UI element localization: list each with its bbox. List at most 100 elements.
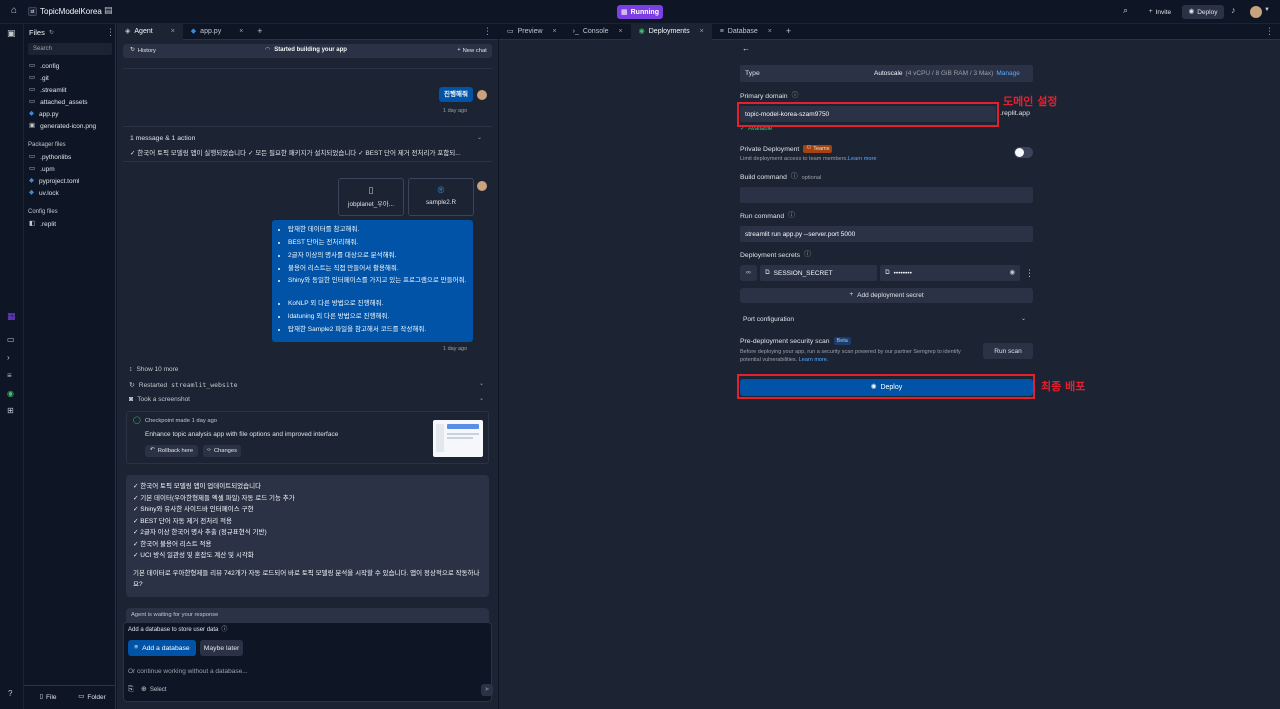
bell-icon[interactable]: ♪ [1231,6,1236,15]
deployments-icon[interactable]: ◉ [7,390,14,398]
database-icon: ≡ [134,643,139,651]
home-icon[interactable]: ⌂ [8,6,20,18]
console-icon[interactable]: › [7,354,10,362]
copy-icon[interactable]: ⧉ [765,269,770,277]
learn-more-link[interactable]: Learn more [848,156,877,162]
files-search-input[interactable]: Search [28,43,112,55]
close-icon[interactable]: × [768,28,772,35]
close-icon[interactable]: × [619,28,623,35]
header-status: ◠ Started building your app [265,47,347,53]
history-icon[interactable]: ↻ [49,30,54,36]
info-icon[interactable]: ⓘ [788,212,795,220]
more-icon[interactable]: ⋮ [1025,269,1034,278]
file-item[interactable]: ▣ generated-icon.png [24,120,116,132]
scan-desc-text: Before deploying your app, run a securit… [740,349,961,363]
new-folder-button[interactable]: ▭ Folder [72,691,112,704]
close-icon[interactable]: × [553,28,557,35]
info-icon[interactable]: ⓘ [221,627,227,633]
chevron-down-icon[interactable]: ▼ [1264,7,1270,13]
copy-icon[interactable]: ⧉ [885,269,890,277]
chevron-down-icon[interactable]: ⌄ [477,135,482,141]
file-item[interactable]: ▭ .git [24,72,116,84]
running-button[interactable]: ▦ Running [617,5,663,19]
file-item[interactable]: ▭ .upm [24,163,116,175]
tab-console[interactable]: ›_ Console × [565,24,631,40]
file-item[interactable]: ▭ .config [24,60,116,72]
info-icon[interactable]: ⓘ [792,92,799,100]
chevron-down-icon[interactable]: ⌄ [479,396,484,402]
database-icon[interactable]: ≡ [7,372,12,380]
port-config-row[interactable]: Port configuration ⌄ [740,312,1033,328]
private-toggle[interactable] [1014,147,1033,158]
send-button[interactable]: ➤ [481,684,493,696]
attachment-card[interactable]: ® sample2.R [408,178,474,216]
file-item[interactable]: ◆ pyproject.toml [24,175,116,187]
invite-button[interactable]: + Invite [1143,5,1177,19]
select-button[interactable]: ⊕ Select [141,686,167,693]
preview-icon[interactable]: ▭ [7,336,15,344]
new-file-button[interactable]: ▯ File [28,691,68,704]
changes-button[interactable]: ‹› Changes [203,445,241,457]
attachment-name: jobplanet_우아... [348,201,394,208]
add-tab-icon[interactable]: + [786,27,791,36]
run-command-input[interactable]: streamlit run app.py --server.port 5000 [740,226,1033,242]
tab-database[interactable]: ≡ Database × [712,24,780,40]
file-item[interactable]: ◆ uv.lock [24,187,116,199]
all-tools-icon[interactable]: ⊞ [7,407,14,415]
add-database-button[interactable]: ≡ Add a database [128,640,196,656]
scan-learn-link[interactable]: Learn more. [799,357,829,363]
secret-value-input[interactable]: ⧉ •••••••• ◉ [880,265,1020,281]
screenshot-row[interactable]: ◙ Took a screenshot [129,396,190,403]
file-item[interactable]: ◧ .replit [24,218,116,230]
rollback-button[interactable]: ↶ Rollback here [145,445,198,457]
tab-preview[interactable]: ▭ Preview × [499,24,565,40]
add-tab-icon[interactable]: + [257,27,262,36]
info-icon[interactable]: ⓘ [791,173,798,181]
maybe-later-button[interactable]: Maybe later [200,640,243,656]
instruction-item: KoNLP 외 다른 방법으로 진행해줘. [288,297,469,310]
user-avatar[interactable] [1250,6,1262,18]
tab-app-py[interactable]: ◆ app.py × [183,24,252,40]
file-item[interactable]: ◆ app.py [24,108,116,120]
file-item[interactable]: ▭ .pythonlibs [24,151,116,163]
build-command-input[interactable] [740,187,1033,203]
tab-agent[interactable]: ◈ Agent × [117,23,183,40]
show-more-button[interactable]: ↕ Show 10 more [129,366,178,373]
close-icon[interactable]: × [239,28,243,35]
secret-key-input[interactable]: ⧉ SESSION_SECRET [760,265,877,281]
add-secret-button[interactable]: + Add deployment secret [740,288,1033,303]
link-secret-button[interactable]: ∞ [740,265,757,281]
action-summary[interactable]: 1 message & 1 action ⌄ ✓ 한국어 토픽 모델링 앱이 실… [123,126,492,162]
search-icon[interactable]: ⌕ [1123,6,1128,15]
help-icon[interactable]: ? [8,690,12,698]
run-scan-button[interactable]: Run scan [983,343,1033,359]
chat-input[interactable]: Or continue working without a database..… [128,665,483,677]
deploy-top-button[interactable]: ◉ Deploy [1182,5,1224,19]
scan-header: Pre-deployment security scan Beta [740,337,851,345]
back-arrow-icon[interactable]: ← [742,45,750,53]
close-icon[interactable]: × [171,28,175,35]
more-icon[interactable]: ⋮ [106,28,115,37]
files-icon[interactable]: ▣ [7,29,16,38]
chevron-down-icon[interactable]: ⌄ [479,381,484,387]
new-chat-button[interactable]: + New chat [453,45,491,57]
history-button[interactable]: ↻ History [125,45,161,57]
project-name[interactable]: TopicModelKorea [40,7,102,16]
manage-link[interactable]: Manage [996,70,1020,77]
info-icon[interactable]: ⓘ [804,251,811,259]
attachment-card[interactable]: ▯ jobplanet_우아... [338,178,404,216]
file-item[interactable]: ▭ .streamlit [24,84,116,96]
eye-icon[interactable]: ◉ [1009,269,1015,277]
tab-deployments[interactable]: ◉ Deployments × [630,23,712,40]
screenshot-thumbnail[interactable] [433,420,483,457]
more-icon[interactable]: ⋮ [1265,27,1274,36]
attach-icon[interactable]: ⎘ [128,686,134,693]
more-icon[interactable]: ⋮ [483,27,492,36]
close-icon[interactable]: × [700,28,704,35]
right-tabs: ▭ Preview × ›_ Console × ◉ Deployments ×… [499,23,1280,40]
reply-line: ✓ 2글자 이상 한국어 명사 추출 (정규표현식 기반) [133,529,267,536]
file-item[interactable]: ▭ attached_assets [24,96,116,108]
apps-icon[interactable]: ▦ [7,312,16,321]
restarted-row[interactable]: ↻ Restarted streamlit_website [129,381,238,389]
layout-icon[interactable]: ▤ [104,6,113,15]
